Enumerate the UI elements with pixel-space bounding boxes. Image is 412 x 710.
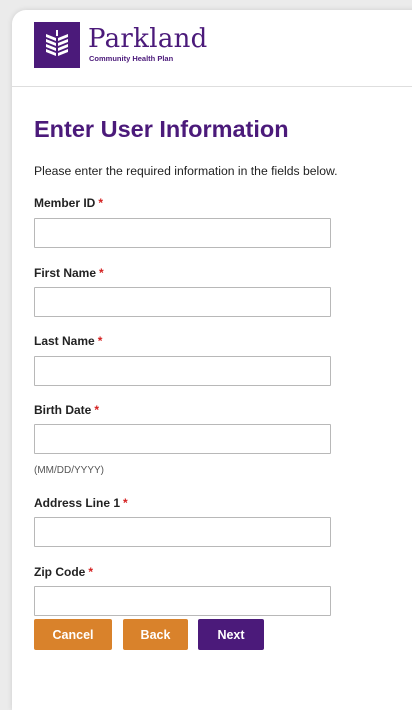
zip-code-label: Zip Code * <box>34 565 93 579</box>
required-marker: * <box>97 334 103 348</box>
required-marker: * <box>99 266 104 280</box>
birth-date-label-text: Birth Date <box>34 403 92 417</box>
back-button[interactable]: Back <box>123 619 188 650</box>
brand-name: Parkland <box>88 24 208 54</box>
member-id-label: Member ID * <box>34 196 103 210</box>
address-line-1-input[interactable] <box>34 517 331 547</box>
brand-subtitle: Community Health Plan <box>89 54 174 63</box>
last-name-label-text: Last Name <box>34 334 95 348</box>
last-name-label: Last Name * <box>34 334 102 348</box>
address-line-1-label: Address Line 1 * <box>34 496 128 510</box>
intro-text: Please enter the required information in… <box>34 164 338 178</box>
last-name-input[interactable] <box>34 356 331 386</box>
first-name-input[interactable] <box>34 287 331 317</box>
first-name-label: First Name * <box>34 266 104 280</box>
birth-date-label: Birth Date * <box>34 403 99 417</box>
zip-code-input[interactable] <box>34 586 331 616</box>
required-marker: * <box>98 196 104 210</box>
first-name-label-text: First Name <box>34 266 97 280</box>
required-marker: * <box>88 565 93 579</box>
page-title: Enter User Information <box>34 116 289 142</box>
logo-mark <box>46 30 68 56</box>
header: Parkland Community Health Plan <box>12 10 412 87</box>
birth-date-input[interactable] <box>34 424 331 454</box>
zip-code-label-text: Zip Code <box>34 565 86 579</box>
required-marker: * <box>123 496 128 510</box>
member-id-label-text: Member ID <box>34 196 96 210</box>
cancel-button[interactable]: Cancel <box>34 619 112 650</box>
birth-date-format-hint: (MM/DD/YYYY) <box>34 465 104 476</box>
form-card: Parkland Community Health Plan Enter Use… <box>12 10 412 710</box>
required-marker: * <box>94 403 100 417</box>
next-button[interactable]: Next <box>198 619 264 650</box>
member-id-input[interactable] <box>34 218 331 248</box>
parkland-logo-icon <box>34 22 80 68</box>
address-line-1-label-text: Address Line 1 <box>34 496 121 510</box>
